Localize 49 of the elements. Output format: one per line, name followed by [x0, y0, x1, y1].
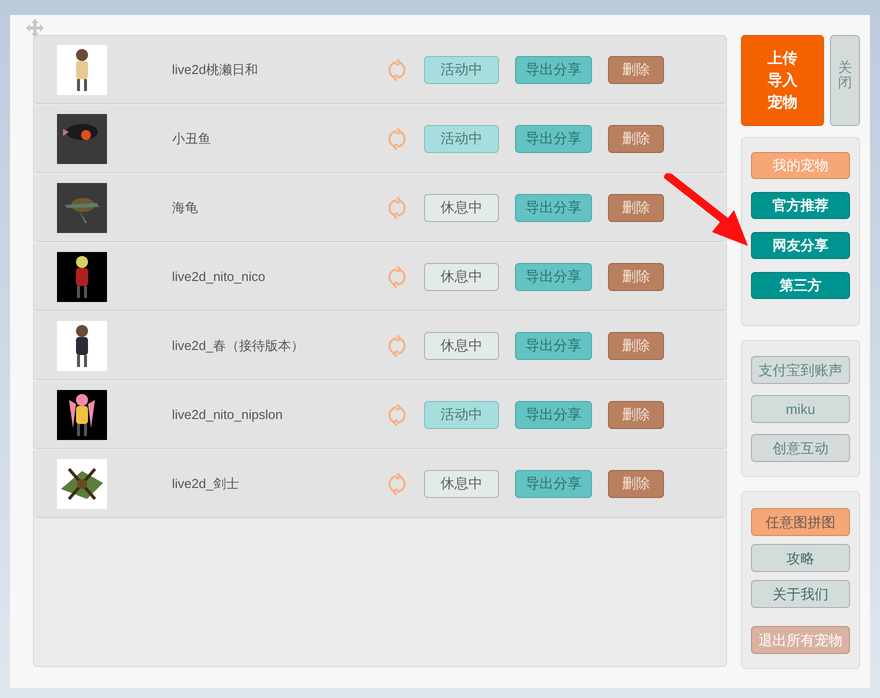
pet-name: live2d_春（接待版本） — [172, 336, 306, 355]
link-button[interactable]: 支付宝到账声 — [751, 356, 850, 384]
refresh-icon[interactable] — [386, 58, 408, 80]
link-button[interactable]: miku — [751, 395, 850, 423]
category-button[interactable]: 网友分享 — [751, 232, 850, 259]
delete-button[interactable]: 删除 — [608, 124, 664, 152]
link-button[interactable]: 创意互动 — [751, 434, 850, 462]
export-share-button[interactable]: 导出分享 — [515, 262, 592, 290]
status-button[interactable]: 休息中 — [424, 332, 499, 360]
pet-name: live2d_nito_nico — [172, 268, 266, 286]
tool-button[interactable]: 攻略 — [751, 544, 850, 572]
export-share-button[interactable]: 导出分享 — [515, 56, 592, 84]
export-share-button[interactable]: 导出分享 — [515, 124, 592, 152]
category-button[interactable]: 我的宠物 — [751, 152, 850, 179]
status-button[interactable]: 休息中 — [424, 194, 499, 222]
pet-name: live2d_nito_nipslon — [172, 406, 284, 424]
upload-import-button[interactable]: 上传导入宠物 — [741, 35, 824, 126]
pet-name: live2d_剑士 — [172, 474, 240, 493]
delete-button[interactable]: 删除 — [608, 56, 664, 84]
refresh-icon[interactable] — [386, 128, 408, 150]
delete-button[interactable]: 删除 — [608, 470, 664, 498]
pet-name: live2d桃濑日和 — [172, 60, 259, 79]
export-share-button[interactable]: 导出分享 — [515, 400, 592, 428]
refresh-icon[interactable] — [386, 196, 408, 218]
close-button[interactable]: 关闭 — [830, 35, 860, 126]
status-button[interactable]: 活动中 — [424, 400, 499, 428]
category-button[interactable]: 官方推荐 — [751, 192, 850, 219]
export-share-button[interactable]: 导出分享 — [515, 194, 592, 222]
status-button[interactable]: 活动中 — [424, 124, 499, 152]
pet-name: 小丑鱼 — [172, 130, 212, 148]
pet-name: 海龟 — [172, 198, 199, 217]
tool-button[interactable]: 任意图拼图 — [751, 508, 850, 536]
delete-button[interactable]: 删除 — [608, 332, 664, 360]
tool-button[interactable]: 退出所有宠物 — [751, 626, 850, 654]
move-icon[interactable] — [25, 18, 45, 38]
refresh-icon[interactable] — [386, 266, 408, 288]
status-button[interactable]: 休息中 — [424, 470, 499, 498]
export-share-button[interactable]: 导出分享 — [515, 332, 592, 360]
category-button[interactable]: 第三方 — [751, 272, 850, 299]
export-share-button[interactable]: 导出分享 — [515, 470, 592, 498]
status-button[interactable]: 休息中 — [424, 262, 499, 290]
status-button[interactable]: 活动中 — [424, 56, 499, 84]
delete-button[interactable]: 删除 — [608, 400, 664, 428]
tool-button[interactable]: 关于我们 — [751, 580, 850, 608]
refresh-icon[interactable] — [386, 472, 408, 494]
delete-button[interactable]: 删除 — [608, 262, 664, 290]
refresh-icon[interactable] — [386, 404, 408, 426]
delete-button[interactable]: 删除 — [608, 194, 664, 222]
refresh-icon[interactable] — [386, 334, 408, 356]
